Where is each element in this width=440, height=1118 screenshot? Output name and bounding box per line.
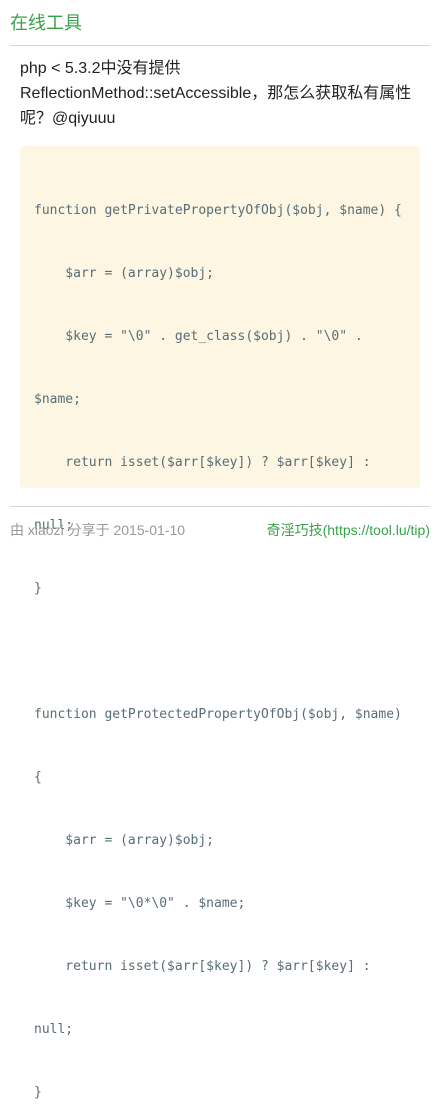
code-line: function getProtectedPropertyOfObj($obj,… [34, 707, 402, 722]
code-block: function getPrivatePropertyOfObj($obj, $… [20, 146, 420, 1100]
share-meta: 由 xiaozi 分享于 2015-01-10 [10, 522, 186, 538]
code-line: $name; [34, 392, 81, 407]
code-line: null; [34, 1022, 74, 1037]
code-line: function getPrivatePropertyOfObj($obj, $… [34, 203, 402, 218]
code-line: { [34, 770, 42, 785]
question-line-2: ReflectionMethod::setAccessible，那怎么获取私有属… [20, 85, 412, 102]
code-line: $arr = (array)$obj; [34, 833, 215, 848]
question-line-1: php < 5.3.2中没有提供 [20, 60, 181, 77]
code-line: $key = "\0" . get_class($obj) . "\0" . [34, 329, 363, 344]
code-line: return isset($arr[$key]) ? $arr[$key] : [34, 455, 371, 470]
code-line: $arr = (array)$obj; [34, 266, 215, 281]
question-block: php < 5.3.2中没有提供 ReflectionMethod::setAc… [20, 56, 420, 131]
code-line: } [34, 1085, 42, 1100]
code-line: } [34, 581, 42, 596]
code-line: $key = "\0*\0" . $name; [34, 896, 246, 911]
site-header: 在线工具 [10, 10, 430, 46]
code-line: return isset($arr[$key]) ? $arr[$key] : [34, 959, 371, 974]
site-title-link[interactable]: 在线工具 [10, 10, 430, 36]
source-link[interactable]: 奇淫巧技(https://tool.lu/tip) [267, 520, 430, 540]
footer-divider [10, 506, 430, 507]
question-line-3: 呢？@qiyuuu [20, 110, 116, 127]
